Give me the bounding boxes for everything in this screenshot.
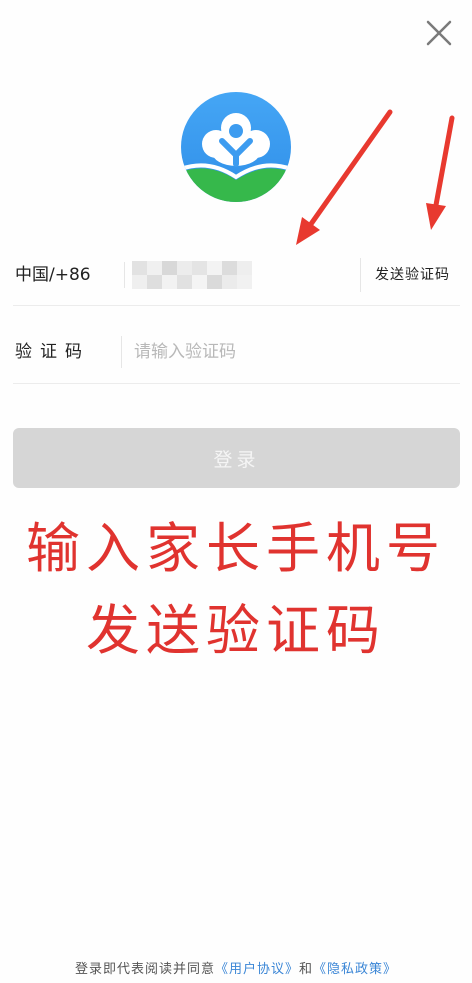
obscured-phone-number xyxy=(132,261,252,289)
annotation-line-1: 输入家长手机号 xyxy=(26,517,446,580)
divider-horizontal xyxy=(13,305,460,306)
divider-vertical xyxy=(360,258,361,292)
divider-horizontal xyxy=(13,383,460,384)
verification-code-input[interactable] xyxy=(134,338,444,366)
login-button-label: 登录 xyxy=(213,448,260,471)
phone-number-input[interactable] xyxy=(132,261,254,289)
user-agreement-link[interactable]: 《用户协议》 xyxy=(215,962,299,977)
divider-vertical xyxy=(121,336,122,368)
agreement-prefix: 登录即代表阅读并同意 xyxy=(74,962,215,977)
close-icon[interactable] xyxy=(424,18,454,48)
divider-vertical xyxy=(124,262,125,288)
app-logo-icon xyxy=(181,92,291,202)
send-code-button[interactable]: 发送验证码 xyxy=(375,265,450,285)
annotation-line-2: 发送验证码 xyxy=(86,599,386,662)
country-code-selector[interactable]: 中国/+86 xyxy=(15,263,91,287)
privacy-policy-link[interactable]: 《隐私政策》 xyxy=(313,962,397,977)
verification-code-label: 验证码 xyxy=(15,342,90,362)
login-button[interactable]: 登录 xyxy=(13,428,460,488)
agreement-footer: 登录即代表阅读并同意《用户协议》和《隐私政策》 xyxy=(0,960,472,982)
agreement-conjunction: 和 xyxy=(299,962,314,977)
